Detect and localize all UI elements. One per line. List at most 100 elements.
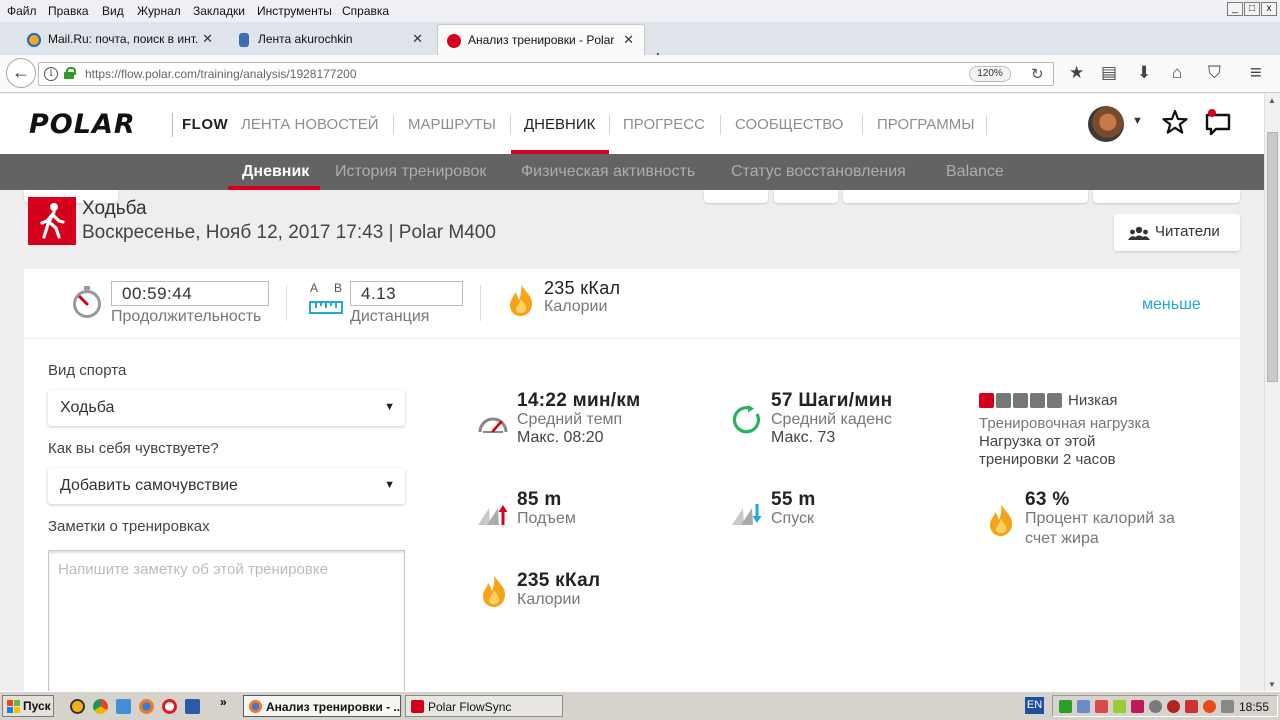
training-load-level: Низкая xyxy=(1068,392,1118,409)
menu-history[interactable]: Журнал xyxy=(137,4,181,18)
tray-shield-icon[interactable] xyxy=(1131,700,1144,713)
subnav-recovery-status[interactable]: Статус восстановления xyxy=(731,163,906,181)
flow-label[interactable]: FLOW xyxy=(172,113,228,137)
nav-divider xyxy=(510,115,511,135)
polar-logo[interactable]: POLAR xyxy=(29,109,136,140)
subnav-activity[interactable]: Физическая активность xyxy=(521,163,695,181)
show-less-link[interactable]: меньше xyxy=(1142,296,1201,314)
tray-app-icon[interactable] xyxy=(1095,700,1108,713)
tray-app-icon[interactable] xyxy=(1185,700,1198,713)
notes-textarea[interactable]: Напишите заметку об этой тренировке xyxy=(48,550,405,691)
subnav-diary[interactable]: Дневник xyxy=(242,163,309,181)
desktop-icon[interactable] xyxy=(116,699,131,714)
close-window-button[interactable]: x xyxy=(1261,2,1277,16)
polar-favicon-icon xyxy=(447,34,461,48)
nav-community[interactable]: СООБЩЕСТВО xyxy=(735,113,843,137)
language-indicator[interactable]: EN xyxy=(1025,697,1044,714)
training-title: Ходьба xyxy=(82,198,147,219)
scroll-down-icon[interactable]: ▼ xyxy=(1268,680,1276,689)
taskbar-clock[interactable]: 18:55 xyxy=(1239,700,1269,714)
back-button[interactable]: ← xyxy=(6,58,36,88)
avatar[interactable] xyxy=(1088,106,1124,142)
hidden-action-tile[interactable] xyxy=(704,190,768,203)
taskbar-firefox-window[interactable]: Анализ тренировки - ... xyxy=(243,695,401,717)
taskbar-flowsync-window[interactable]: Polar FlowSync xyxy=(405,695,563,717)
distance-label: Дистанция xyxy=(350,308,430,325)
polar-header: POLAR FLOW ЛЕНТА НОВОСТЕЙ МАРШРУТЫ ДНЕВН… xyxy=(0,94,1264,154)
bookmark-star-icon[interactable]: ★ xyxy=(1069,64,1084,82)
hidden-action-tile[interactable] xyxy=(843,190,1088,203)
feeling-select[interactable]: Добавить самочувствие ▼ xyxy=(48,468,405,504)
favorites-star-icon[interactable] xyxy=(1161,108,1189,136)
duration-label: Продолжительность xyxy=(111,308,262,325)
quicklaunch-overflow[interactable]: » xyxy=(220,695,227,709)
distance-value: 4.13 xyxy=(350,281,463,306)
minimize-button[interactable]: _ xyxy=(1227,2,1243,16)
mailru-favicon-icon xyxy=(27,33,41,47)
chrome-icon[interactable] xyxy=(93,699,108,714)
reload-icon[interactable]: ↻ xyxy=(1031,65,1044,83)
close-tab-icon[interactable]: ✕ xyxy=(412,31,423,47)
nav-programs[interactable]: ПРОГРАММЫ xyxy=(877,113,975,137)
scroll-up-icon[interactable]: ▲ xyxy=(1268,96,1276,105)
menu-help[interactable]: Справка xyxy=(342,4,389,18)
diary-subnav: Дневник История тренировок Физическая ак… xyxy=(0,154,1264,190)
scrollbar-thumb[interactable] xyxy=(1267,132,1278,382)
save-icon[interactable] xyxy=(185,699,200,714)
ascent-label: Подъем xyxy=(517,510,576,527)
close-tab-icon[interactable]: ✕ xyxy=(623,32,634,48)
hidden-action-tile[interactable] xyxy=(774,190,838,203)
chevron-down-icon[interactable]: ▼ xyxy=(1132,115,1143,127)
menu-edit[interactable]: Правка xyxy=(48,4,89,18)
tab-label: Mail.Ru: почта, поиск в инт... xyxy=(48,32,198,46)
pocket-icon[interactable]: ⛉ xyxy=(1208,64,1221,82)
nav-diary[interactable]: ДНЕВНИК xyxy=(524,113,595,137)
fat-percent-label-line2: счет жира xyxy=(1025,530,1099,547)
sport-type-select[interactable]: Ходьба ▼ xyxy=(48,390,405,426)
training-load-desc-line2: тренировки 2 часов xyxy=(979,451,1116,468)
home-icon[interactable]: ⌂ xyxy=(1172,64,1182,82)
tab-lenta[interactable]: Лента akurochkin ✕ xyxy=(228,24,433,55)
tab-polar-analysis[interactable]: Анализ тренировки - Polar F... ✕ xyxy=(437,24,645,55)
hamburger-menu-icon[interactable]: ≡ xyxy=(1250,63,1262,83)
calories-label: Калории xyxy=(544,298,608,315)
nav-divider xyxy=(862,115,863,135)
menu-file[interactable]: Файл xyxy=(7,4,37,18)
menu-view[interactable]: Вид xyxy=(102,4,124,18)
subnav-training-history[interactable]: История тренировок xyxy=(335,163,486,181)
firefox-icon[interactable] xyxy=(139,699,154,714)
readers-button[interactable]: Читатели xyxy=(1114,214,1240,251)
nav-routes[interactable]: МАРШРУТЫ xyxy=(408,113,496,137)
tray-network-icon[interactable] xyxy=(1077,700,1090,713)
tab-mailru[interactable]: Mail.Ru: почта, поиск в инт... ✕ xyxy=(18,24,223,55)
tray-app-icon[interactable] xyxy=(1167,700,1180,713)
menu-tools[interactable]: Инструменты xyxy=(257,4,332,18)
tray-app-icon[interactable] xyxy=(1113,700,1126,713)
training-load-desc-line1: Нагрузка от этой xyxy=(979,433,1096,450)
url-text[interactable]: https://flow.polar.com/training/analysis… xyxy=(85,67,357,81)
messages-icon[interactable] xyxy=(1203,108,1233,138)
hidden-action-tile[interactable] xyxy=(1093,190,1240,203)
url-bar[interactable]: i https://flow.polar.com/training/analys… xyxy=(38,62,1054,86)
tray-app-icon[interactable] xyxy=(1149,700,1162,713)
info-icon[interactable]: i xyxy=(44,67,58,81)
tray-app-icon[interactable] xyxy=(1059,700,1072,713)
subnav-balance[interactable]: Balance xyxy=(946,163,1004,181)
avast-icon[interactable] xyxy=(70,699,85,714)
speedometer-icon xyxy=(478,417,508,433)
tray-app-icon[interactable] xyxy=(1203,700,1216,713)
menu-bookmarks[interactable]: Закладки xyxy=(193,4,245,18)
page-scrollbar[interactable]: ▲ ▼ xyxy=(1264,94,1280,691)
nav-progress[interactable]: ПРОГРЕСС xyxy=(623,113,705,137)
zoom-indicator[interactable]: 120% xyxy=(969,66,1011,82)
opera-icon[interactable] xyxy=(162,699,177,714)
training-load-square xyxy=(996,393,1011,408)
downloads-icon[interactable]: ⬇ xyxy=(1137,64,1151,82)
tray-volume-icon[interactable] xyxy=(1221,700,1234,713)
nav-news-feed[interactable]: ЛЕНТА НОВОСТЕЙ xyxy=(241,113,378,137)
maximize-button[interactable]: □ xyxy=(1244,2,1260,16)
reading-list-icon[interactable]: ▤ xyxy=(1101,64,1117,82)
close-tab-icon[interactable]: ✕ xyxy=(202,31,213,47)
tab-label: Анализ тренировки - Polar F... xyxy=(468,33,618,47)
start-button[interactable]: Пуск xyxy=(2,695,54,717)
